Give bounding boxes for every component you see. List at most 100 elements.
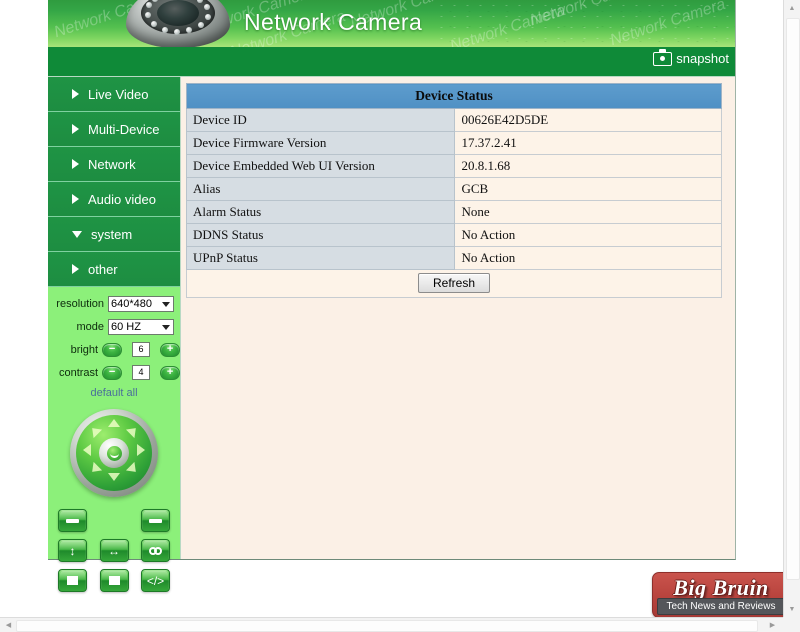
table-footer-row: Refresh	[186, 269, 722, 298]
io-off-button[interactable]	[99, 569, 129, 592]
link-button[interactable]	[141, 539, 170, 562]
camera-led	[162, 27, 168, 33]
horizontal-scroll-thumb[interactable]	[16, 620, 758, 632]
ptz-up-button[interactable]	[108, 419, 120, 427]
camera-led	[145, 12, 151, 18]
table-row: Alias GCB	[186, 177, 722, 201]
code-button[interactable]: </>	[141, 569, 170, 592]
table-header-row: Device Status	[186, 83, 722, 109]
horizontal-scrollbar[interactable]: ◀ ▶	[0, 617, 800, 632]
scroll-right-arrow-icon[interactable]: ▶	[765, 618, 780, 632]
button-row	[58, 509, 170, 532]
page-title: Network Camera	[244, 9, 423, 35]
content-area: Device Status Device ID 00626E42D5DE Dev…	[182, 77, 735, 559]
row-value: No Action	[453, 223, 722, 247]
row-value: 20.8.1.68	[453, 154, 722, 178]
camera-web-ui: Network Camera Network Camera Network Ca…	[48, 0, 736, 592]
vertical-scroll-thumb[interactable]	[786, 18, 800, 580]
page-root: Network Camera Network Camera Network Ca…	[0, 0, 800, 632]
tray-left-icon	[66, 518, 79, 523]
ptz-up-left-button[interactable]	[87, 423, 103, 439]
sidebar-item-label: other	[88, 261, 118, 277]
minus-icon: −	[108, 366, 116, 378]
snapshot-button[interactable]: snapshot	[653, 48, 729, 66]
chevron-down-icon	[162, 324, 170, 330]
row-key: Device ID	[186, 108, 455, 132]
ptz-down-button[interactable]	[108, 473, 120, 481]
sidebar-item-live-video[interactable]: Live Video	[48, 77, 180, 112]
ptz-up-right-button[interactable]	[125, 423, 141, 439]
bright-decrease-button[interactable]: −	[102, 342, 122, 357]
ptz-center-button[interactable]	[99, 438, 129, 468]
resolution-label: resolution	[56, 297, 104, 310]
device-status-title: Device Status	[186, 83, 722, 109]
contrast-value-field[interactable]: 4	[132, 365, 151, 380]
chain-link-icon	[149, 546, 162, 555]
sidebar-item-multi-device[interactable]: Multi-Device	[48, 112, 180, 147]
contrast-decrease-button[interactable]: −	[102, 365, 122, 380]
chevron-down-icon	[162, 301, 170, 307]
row-key: DDNS Status	[186, 223, 455, 247]
default-all-link[interactable]: default all	[48, 387, 180, 399]
camera-led	[174, 29, 180, 35]
row-key: Alias	[186, 177, 455, 201]
white-square-icon	[108, 576, 120, 585]
scroll-left-arrow-icon[interactable]: ◀	[1, 618, 16, 632]
resolution-row: resolution 640*480	[48, 293, 180, 314]
sidebar-item-system[interactable]: system	[48, 217, 180, 252]
table-row: Device ID 00626E42D5DE	[186, 108, 722, 132]
left-right-arrow-icon: ↔	[108, 543, 120, 558]
up-down-arrow-icon: ↕	[69, 543, 76, 558]
tray-right-icon	[149, 518, 162, 523]
vertical-patrol-button[interactable]: ↕	[58, 539, 87, 562]
sidebar-menu: Live Video Multi-Device Network Audio vi…	[48, 77, 180, 287]
ptz-down-left-button[interactable]	[87, 461, 103, 477]
bright-label: bright	[70, 343, 99, 356]
refresh-button[interactable]: Refresh	[417, 273, 491, 293]
chevron-right-icon	[72, 89, 79, 99]
refresh-cell: Refresh	[186, 269, 722, 298]
contrast-increase-button[interactable]: +	[160, 365, 180, 380]
scroll-up-arrow-icon[interactable]: ▲	[784, 0, 800, 16]
row-key: Device Firmware Version	[186, 131, 455, 155]
mode-select[interactable]: 60 HZ	[108, 318, 174, 335]
camera-led	[205, 14, 211, 20]
camera-led	[204, 4, 210, 10]
vertical-scrollbar[interactable]: ▲ ▼	[783, 0, 800, 617]
ptz-down-right-button[interactable]	[125, 461, 141, 477]
preset-right-button[interactable]	[141, 509, 170, 532]
camera-led	[146, 2, 152, 8]
bright-increase-button[interactable]: +	[160, 342, 180, 357]
camera-led	[198, 22, 204, 28]
bright-value-field[interactable]: 6	[132, 342, 151, 357]
chevron-right-icon	[72, 159, 79, 169]
row-value: 17.37.2.41	[453, 131, 722, 155]
scroll-down-arrow-icon[interactable]: ▼	[784, 601, 800, 617]
camera-icon	[653, 48, 673, 66]
ptz-right-button[interactable]	[137, 444, 145, 456]
sidebar-item-label: Multi-Device	[88, 121, 160, 137]
row-key: UPnP Status	[186, 246, 455, 270]
row-value: 00626E42D5DE	[453, 108, 722, 132]
bright-row: bright − 6 +	[48, 339, 180, 360]
white-square-icon	[67, 576, 78, 585]
resolution-select[interactable]: 640*480	[108, 295, 174, 312]
preset-left-button[interactable]	[58, 509, 87, 532]
scrollbar-corner	[783, 617, 800, 632]
row-key: Alarm Status	[186, 200, 455, 224]
horizontal-patrol-button[interactable]: ↔	[99, 539, 129, 562]
banner-dot-mesh	[435, 0, 735, 47]
sidebar-item-network[interactable]: Network	[48, 147, 180, 182]
io-on-button[interactable]	[58, 569, 87, 592]
sidebar-item-other[interactable]: other	[48, 252, 180, 287]
sidebar-item-audio-video[interactable]: Audio video	[48, 182, 180, 217]
mode-value: 60 HZ	[111, 320, 141, 333]
dome-camera-icon	[126, 0, 230, 47]
ptz-left-button[interactable]	[83, 444, 91, 456]
ptz-joystick[interactable]	[70, 409, 158, 497]
row-value: GCB	[453, 177, 722, 201]
table-row: UPnP Status No Action	[186, 246, 722, 270]
body-wrapper: Live Video Multi-Device Network Audio vi…	[48, 77, 735, 592]
contrast-label: contrast	[58, 366, 99, 379]
row-key: Device Embedded Web UI Version	[186, 154, 455, 178]
